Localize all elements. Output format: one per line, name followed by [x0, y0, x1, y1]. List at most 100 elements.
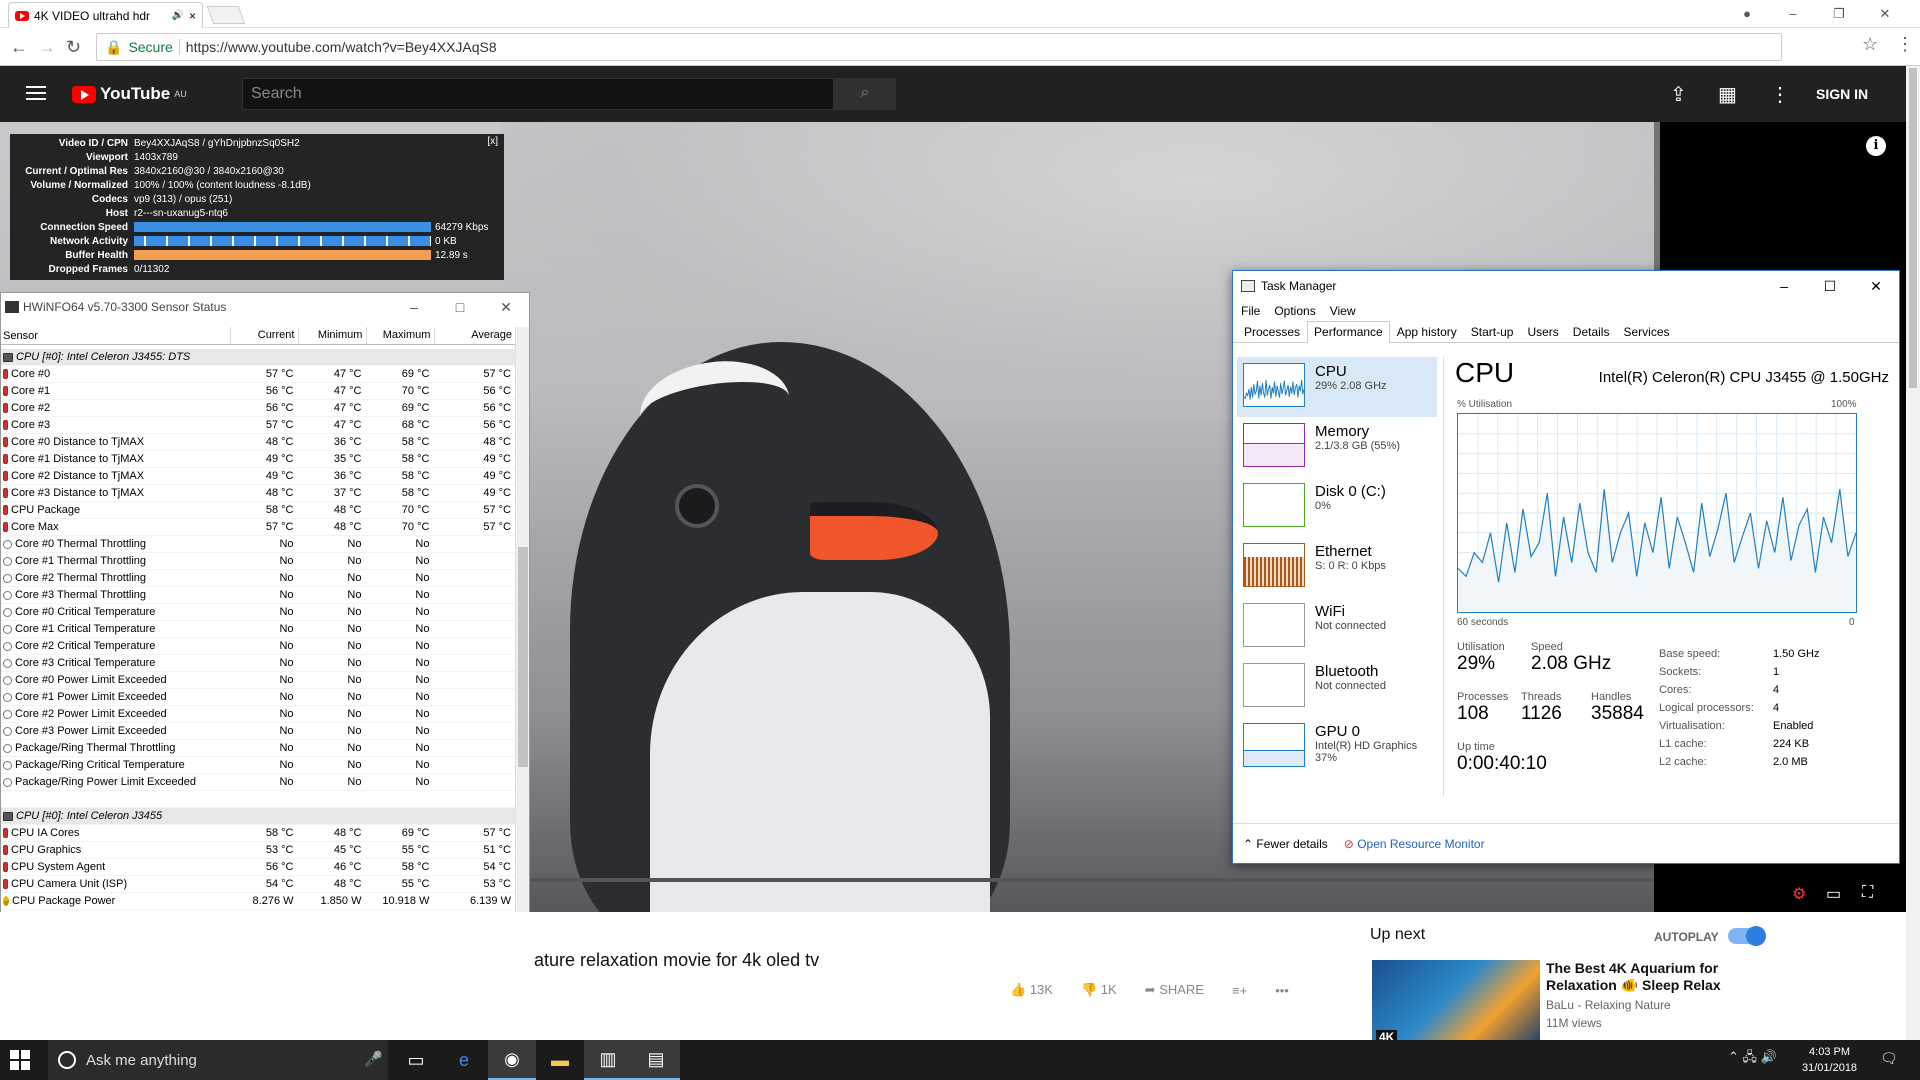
share-button[interactable]: ➦ SHARE — [1145, 982, 1204, 998]
sensor-row[interactable]: Package/Ring Thermal Throttling No No No — [1, 740, 517, 757]
video-progress-bar[interactable] — [520, 878, 1654, 882]
youtube-logo[interactable]: YouTube AU — [72, 84, 187, 104]
autoplay-toggle[interactable] — [1728, 926, 1766, 946]
resource-cpu[interactable]: CPU 29% 2.08 GHz — [1237, 357, 1437, 417]
add-to-playlist-icon[interactable]: ≡+ — [1232, 983, 1247, 998]
resource-bluetooth[interactable]: Bluetooth Not connected — [1237, 657, 1437, 717]
stats-close-button[interactable]: [x] — [487, 136, 498, 147]
column-header-minimum[interactable]: Minimum — [299, 327, 368, 344]
resource-gpu[interactable]: GPU 0 Intel(R) HD Graphics 37% — [1237, 717, 1437, 777]
sensor-row[interactable]: CPU Package 58 °C 48 °C 70 °C 57 °C — [1, 502, 517, 519]
resource-disk[interactable]: Disk 0 (C:) 0% — [1237, 477, 1437, 537]
page-scrollbar-thumb[interactable] — [1909, 68, 1917, 388]
audio-icon[interactable]: 🔊 — [172, 10, 184, 21]
tm-close-button[interactable]: ✕ — [1853, 271, 1899, 301]
settings-gear-icon[interactable]: ⚙ — [1792, 884, 1806, 904]
sensor-row[interactable]: Core #0 Power Limit Exceeded No No No — [1, 672, 517, 689]
column-header-maximum[interactable]: Maximum — [367, 327, 436, 344]
sensor-group-row[interactable]: CPU [#0]: Intel Celeron J3455 — [1, 808, 517, 825]
sensor-row[interactable]: Core #1 56 °C 47 °C 70 °C 56 °C — [1, 383, 517, 400]
column-header-current[interactable]: Current — [231, 327, 300, 344]
apps-grid-icon[interactable]: ▦ — [1718, 82, 1737, 107]
sensor-row[interactable]: Core #1 Thermal Throttling No No No — [1, 553, 517, 570]
bookmark-star-icon[interactable]: ☆ — [1862, 34, 1878, 55]
forward-icon[interactable]: → — [38, 37, 56, 58]
tab-app-history[interactable]: App history — [1390, 321, 1464, 342]
sensor-group-row[interactable]: CPU [#0]: Intel Celeron J3455: DTS — [1, 349, 517, 366]
file-explorer-icon[interactable]: ▬ — [536, 1040, 584, 1080]
theater-mode-icon[interactable]: ▭ — [1826, 884, 1841, 904]
scrollbar-thumb[interactable] — [518, 547, 528, 767]
sensor-row[interactable]: Core #1 Power Limit Exceeded No No No — [1, 689, 517, 706]
tm-maximize-button[interactable]: ☐ — [1807, 271, 1853, 301]
sensor-row[interactable]: CPU Graphics 53 °C 45 °C 55 °C 51 °C — [1, 842, 517, 859]
search-button[interactable]: ⌕ — [834, 78, 896, 110]
resource-memory[interactable]: Memory 2.1/3.8 GB (55%) — [1237, 417, 1437, 477]
task-view-icon[interactable]: ▭ — [392, 1040, 440, 1080]
like-button[interactable]: 👍 13K — [1010, 982, 1053, 998]
hwinfo-taskbar-icon[interactable]: ▥ — [584, 1040, 632, 1080]
tab-processes[interactable]: Processes — [1237, 321, 1307, 342]
tab-users[interactable]: Users — [1520, 321, 1565, 342]
sensor-row[interactable]: Core #0 57 °C 47 °C 69 °C 57 °C — [1, 366, 517, 383]
chrome-taskbar-icon[interactable]: ◉ — [488, 1040, 536, 1080]
more-actions-icon[interactable]: ••• — [1275, 983, 1289, 998]
sensor-row[interactable]: Core #2 Power Limit Exceeded No No No — [1, 706, 517, 723]
browser-tab[interactable]: 4K VIDEO ultrahd hdr 🔊 × — [8, 2, 203, 28]
sensor-row[interactable]: Core #1 Critical Temperature No No No — [1, 621, 517, 638]
menu-view[interactable]: View — [1330, 304, 1356, 318]
tm-minimize-button[interactable]: – — [1761, 271, 1807, 301]
minimize-button[interactable]: – — [1770, 0, 1816, 28]
fewer-details-button[interactable]: ⌃ Fewer details — [1243, 837, 1328, 851]
more-vert-icon[interactable]: ⋮ — [1770, 82, 1790, 107]
maximize-button[interactable]: ❐ — [1816, 0, 1862, 28]
sensor-row[interactable]: CPU IA Cores 58 °C 48 °C 69 °C 57 °C — [1, 825, 517, 842]
hamburger-menu-icon[interactable] — [26, 86, 46, 100]
recommended-channel[interactable]: BaLu - Relaxing Nature — [1546, 998, 1671, 1012]
omnibox[interactable]: 🔒 Secure https://www.youtube.com/watch?v… — [96, 33, 1782, 61]
start-button-icon[interactable] — [10, 1050, 30, 1070]
open-resource-monitor-link[interactable]: ⊘ Open Resource Monitor — [1344, 837, 1485, 851]
url-text[interactable]: https://www.youtube.com/watch?v=Bey4XXJA… — [186, 39, 497, 55]
info-icon[interactable]: i — [1866, 136, 1886, 156]
sensor-row[interactable]: Core #0 Distance to TjMAX 48 °C 36 °C 58 °C… — [1, 434, 517, 451]
fullscreen-icon[interactable]: ⛶ — [1862, 884, 1873, 902]
sensor-row[interactable]: CPU Camera Unit (ISP) 54 °C 48 °C 55 °C 53 °… — [1, 876, 517, 893]
menu-options[interactable]: Options — [1274, 304, 1315, 318]
sensor-row[interactable]: Core #0 Thermal Throttling No No No — [1, 536, 517, 553]
tab-details[interactable]: Details — [1566, 321, 1617, 342]
microphone-icon[interactable]: 🎤 — [364, 1050, 383, 1068]
sensor-row[interactable]: Package/Ring Power Limit Exceeded No No No — [1, 774, 517, 791]
sensor-row[interactable]: Core #2 Distance to TjMAX 49 °C 36 °C 58 °C… — [1, 468, 517, 485]
new-tab-button[interactable] — [206, 6, 246, 24]
hwinfo-minimize-button[interactable]: – — [391, 293, 437, 321]
column-header-average[interactable]: Average — [435, 327, 517, 344]
hwinfo-close-button[interactable]: ✕ — [483, 293, 529, 321]
sensor-row[interactable]: Core #2 Thermal Throttling No No No — [1, 570, 517, 587]
tab-start-up[interactable]: Start-up — [1464, 321, 1521, 342]
chrome-menu-icon[interactable]: ⋮ — [1896, 34, 1914, 55]
recommended-video-title[interactable]: The Best 4K Aquarium for Relaxation 🐠 Sl… — [1546, 960, 1726, 994]
sensor-row[interactable]: Core #3 57 °C 47 °C 68 °C 56 °C — [1, 417, 517, 434]
tab-services[interactable]: Services — [1616, 321, 1676, 342]
resource-wifi[interactable]: WiFi Not connected — [1237, 597, 1437, 657]
sign-in-button[interactable]: SIGN IN — [1816, 86, 1868, 102]
edge-icon[interactable]: e — [440, 1040, 488, 1080]
tab-close-icon[interactable]: × — [189, 9, 196, 23]
resource-ethernet[interactable]: Ethernet S: 0 R: 0 Kbps — [1237, 537, 1437, 597]
sensor-row[interactable]: Core #3 Thermal Throttling No No No — [1, 587, 517, 604]
hwinfo-maximize-button[interactable]: □ — [437, 293, 483, 321]
profile-icon[interactable]: ● — [1724, 0, 1770, 28]
recommended-video-thumbnail[interactable]: 4K — [1372, 960, 1540, 1044]
sensor-row[interactable]: Core #0 Critical Temperature No No No — [1, 604, 517, 621]
sensor-row[interactable]: Core #2 Critical Temperature No No No — [1, 638, 517, 655]
sensor-row[interactable]: CPU System Agent 56 °C 46 °C 58 °C 54 °C — [1, 859, 517, 876]
action-center-icon[interactable]: 🗨 — [1880, 1050, 1898, 1067]
column-header-sensor[interactable]: Sensor — [1, 327, 232, 344]
reload-icon[interactable]: ↻ — [66, 37, 81, 58]
sensor-row[interactable]: Core #1 Distance to TjMAX 49 °C 35 °C 58 °C… — [1, 451, 517, 468]
clock[interactable]: 4:03 PM 31/01/2018 — [1802, 1044, 1857, 1076]
upload-icon[interactable]: ⇪ — [1670, 82, 1687, 107]
task-manager-taskbar-icon[interactable]: ▤ — [632, 1040, 680, 1080]
sensor-row[interactable]: CPU Package Power 8.276 W 1.850 W 10.918 W 6… — [1, 893, 517, 910]
